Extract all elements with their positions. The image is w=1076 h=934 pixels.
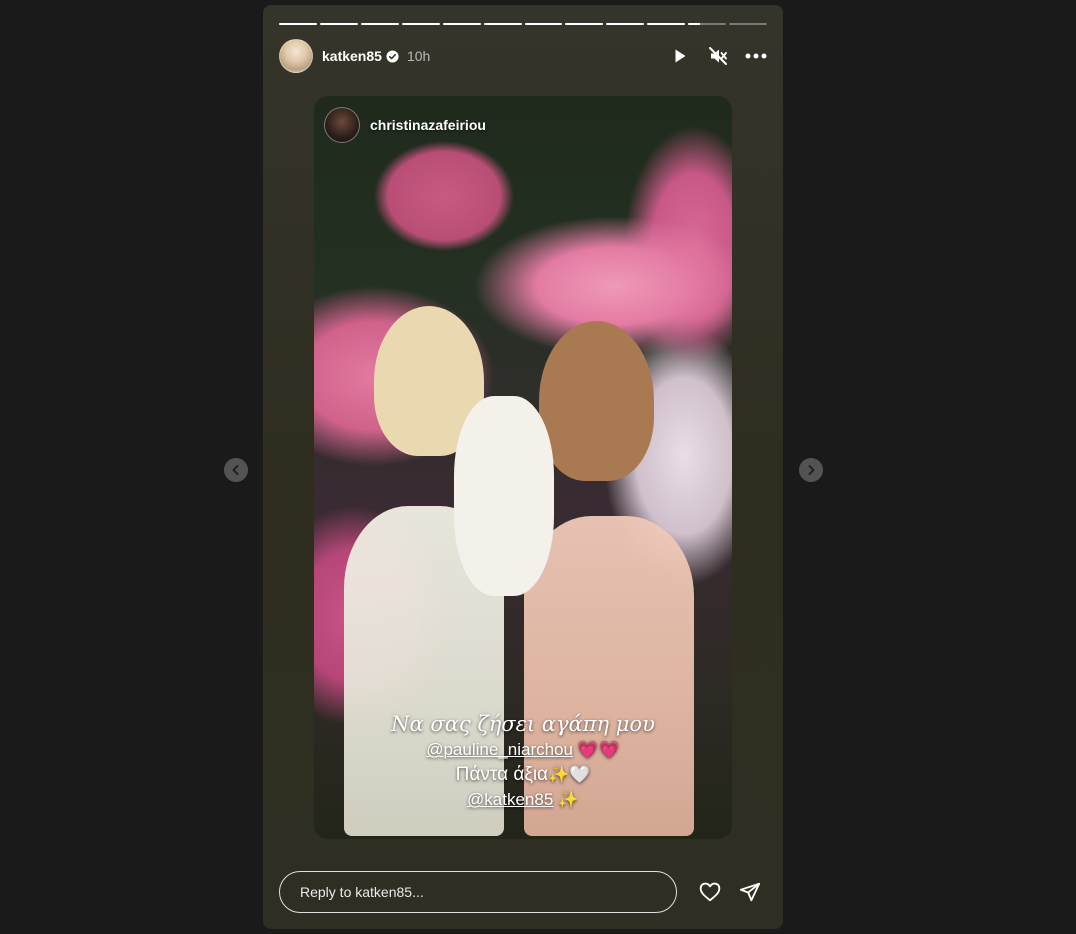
progress-segment [483, 23, 522, 25]
progress-segment-fill [442, 23, 481, 25]
reposted-avatar[interactable] [324, 107, 360, 143]
progress-segment-fill [524, 23, 563, 25]
progress-segment [442, 23, 481, 25]
next-story-button[interactable] [799, 458, 823, 482]
progress-segment-fill [565, 23, 604, 25]
progress-segment [729, 23, 768, 25]
story-username[interactable]: katken85 [322, 48, 382, 64]
progress-segment-fill [606, 23, 645, 25]
heart-icon [699, 882, 721, 902]
progress-segment [524, 23, 563, 25]
progress-segment [279, 23, 317, 25]
reply-bar [279, 870, 767, 914]
mute-button[interactable] [707, 45, 729, 67]
story-time: 10h [406, 48, 431, 64]
progress-segment [319, 23, 358, 25]
hearts-emoji: 💗💗 [577, 740, 620, 759]
more-options-icon [745, 53, 767, 59]
reply-input[interactable] [279, 871, 677, 913]
reposted-user[interactable]: christinazafeiriou [324, 107, 486, 143]
progress-segment [565, 23, 604, 25]
reposted-username[interactable]: christinazafeiriou [370, 117, 486, 133]
story-media[interactable]: christinazafeiriou Να σας ζήσει αγάπη μο… [314, 96, 732, 839]
progress-segment-fill [401, 23, 440, 25]
story-progress-bar [279, 23, 768, 26]
progress-segment [688, 23, 727, 25]
chevron-right-icon [808, 465, 815, 475]
send-icon [739, 882, 761, 902]
muted-speaker-icon [709, 47, 727, 65]
progress-segment-fill [647, 23, 686, 25]
progress-segment-fill [688, 23, 700, 25]
more-options-button[interactable] [745, 45, 767, 67]
caption-line: Να σας ζήσει αγάπη μου [391, 712, 655, 736]
avatar[interactable] [279, 39, 313, 73]
progress-segment [360, 23, 399, 25]
share-button[interactable] [739, 881, 761, 903]
play-icon [675, 49, 686, 63]
caption-line: Πάντα άξια [455, 764, 549, 785]
mention-link[interactable]: @katken85 [467, 790, 553, 809]
progress-segment [647, 23, 686, 25]
photo-detail [454, 396, 554, 596]
story-caption: Να σας ζήσει αγάπη μου @pauline_niarchou… [314, 712, 732, 810]
story-viewer: katken85 10h christinazafeiriou Να σας ζ… [0, 0, 1076, 934]
previous-story-button[interactable] [224, 458, 248, 482]
progress-segment [606, 23, 645, 25]
mention-link[interactable]: @pauline_niarchou [426, 740, 573, 759]
verified-badge-icon [386, 49, 399, 63]
like-button[interactable] [699, 881, 721, 903]
chevron-left-icon [232, 465, 239, 475]
progress-segment [401, 23, 440, 25]
play-button[interactable] [669, 45, 691, 67]
photo-detail [539, 321, 654, 481]
progress-segment-fill [483, 23, 522, 25]
progress-segment-fill [360, 23, 399, 25]
story-header: katken85 10h [279, 39, 767, 73]
story-card[interactable]: katken85 10h christinazafeiriou Να σας ζ… [263, 5, 783, 929]
sparkle-heart-emoji: ✨🤍 [548, 765, 591, 784]
progress-segment-fill [279, 23, 317, 25]
sparkle-emoji: ✨ [557, 790, 579, 809]
progress-segment-fill [319, 23, 358, 25]
